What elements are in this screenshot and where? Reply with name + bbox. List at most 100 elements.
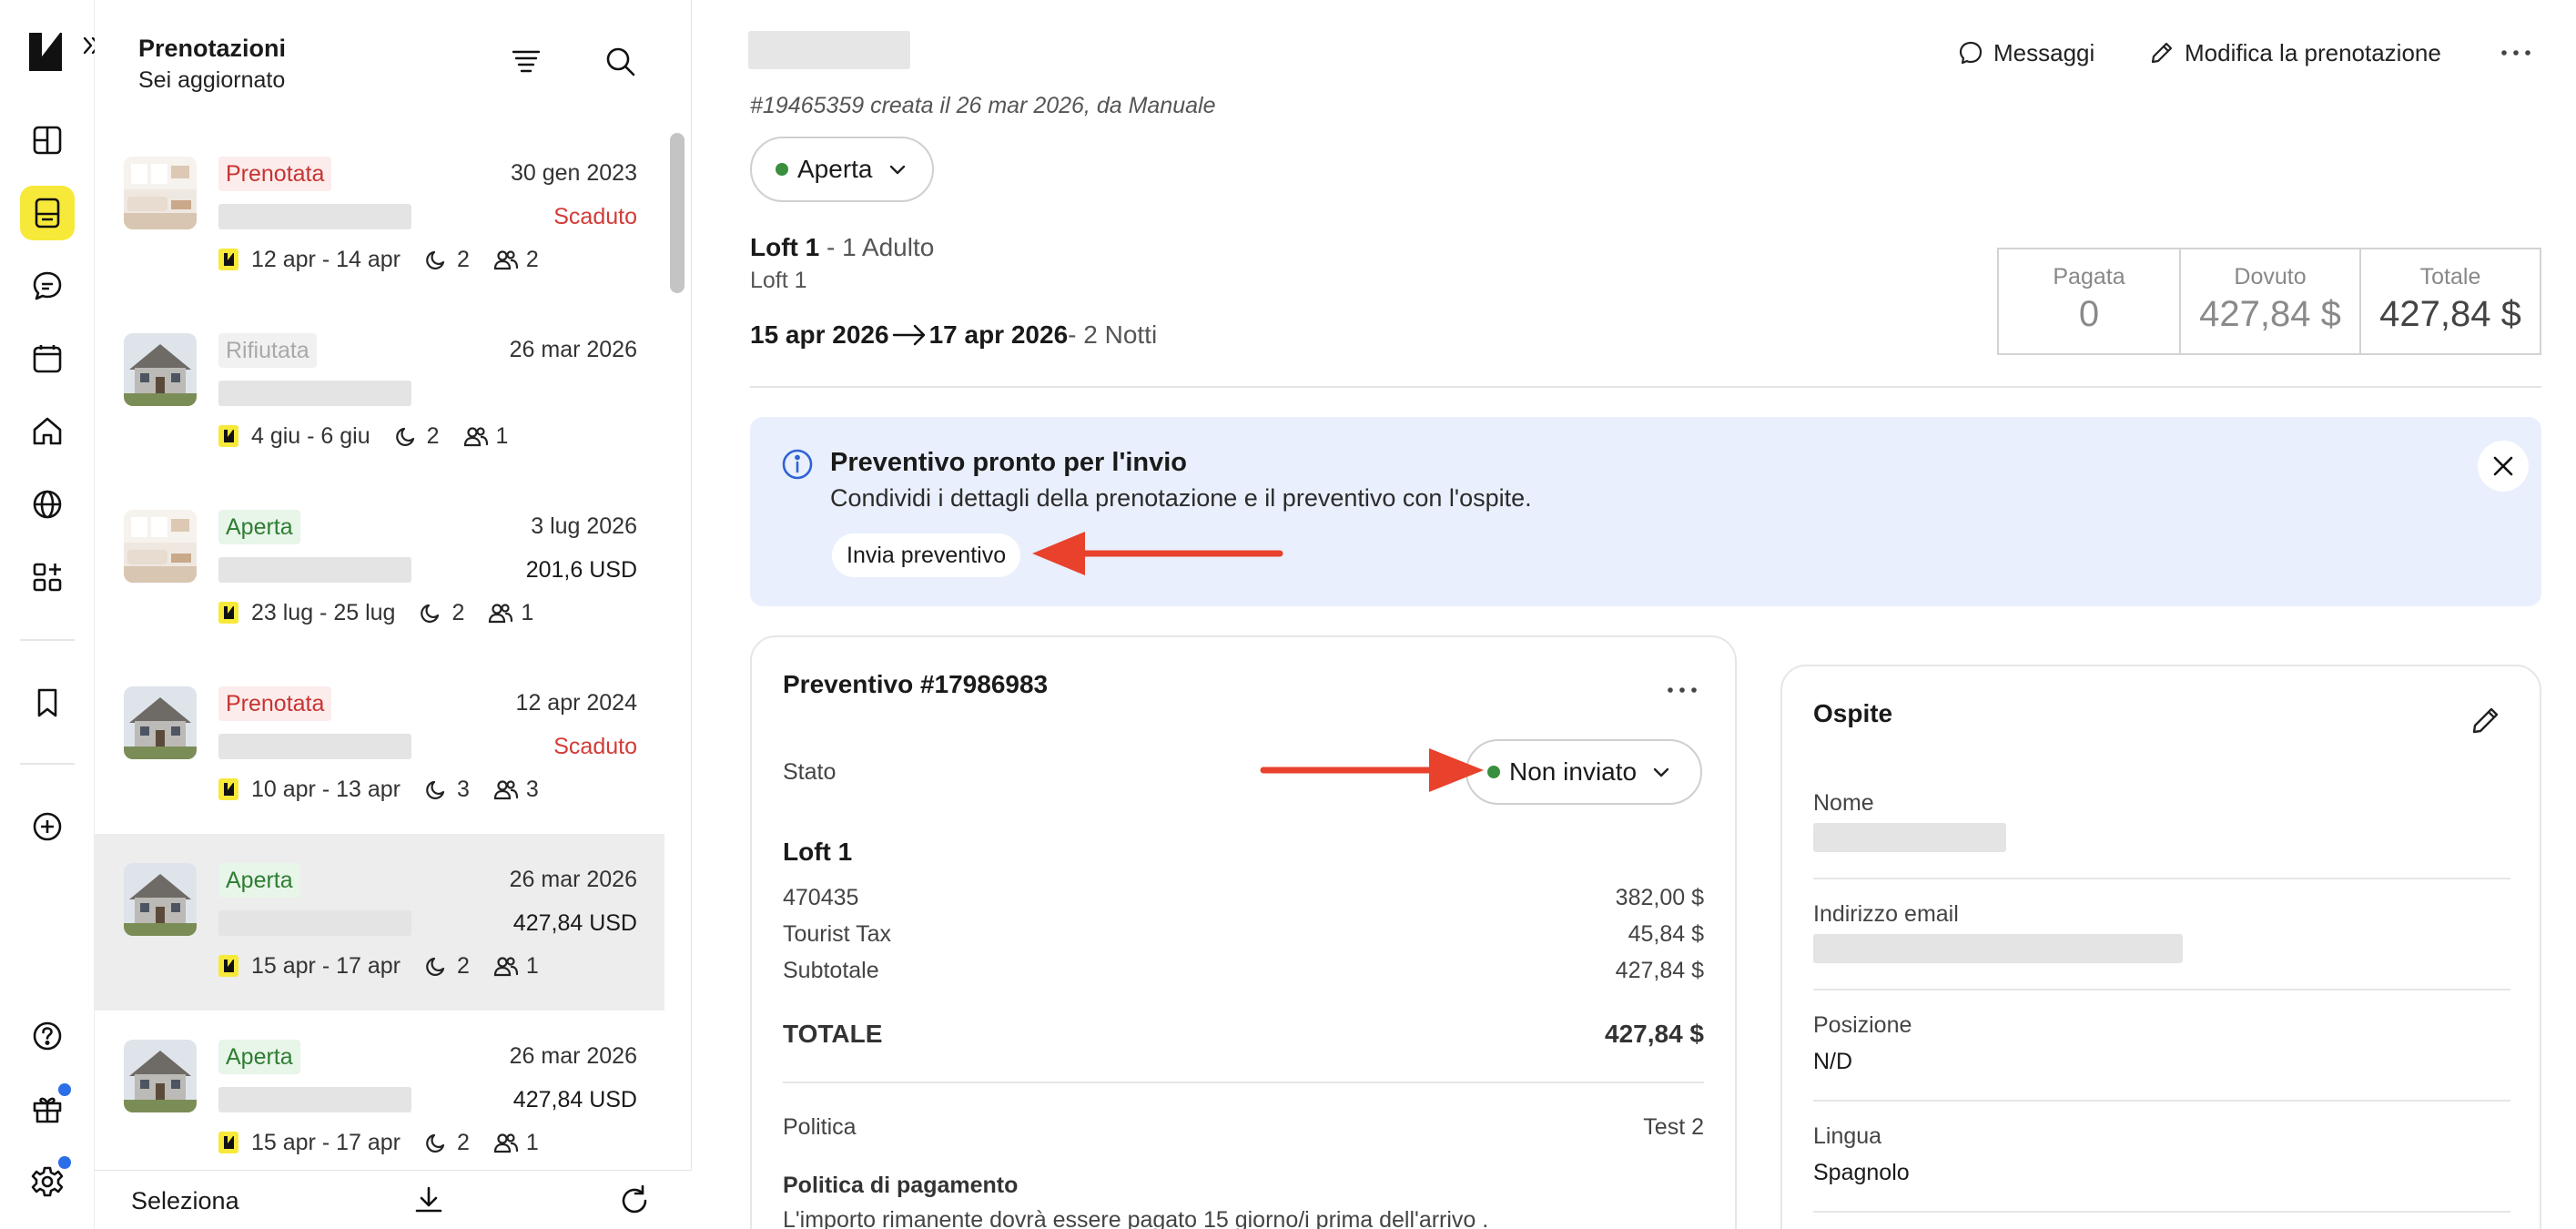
booking-list-item[interactable]: Rifiutata 26 mar 2026 4 giu - 6 giu 2 1: [95, 304, 664, 481]
paid-value: 0: [2078, 294, 2100, 334]
calendar-icon[interactable]: [20, 331, 75, 386]
more-icon[interactable]: [1662, 674, 1702, 706]
messages-button[interactable]: Messaggi: [1957, 35, 2094, 71]
paid-cell: Pagata 0: [1999, 249, 2179, 353]
messages-icon[interactable]: [20, 259, 75, 313]
payment-totals: Pagata 0 Dovuto 427,84 $ Totale 427,84 $: [1997, 248, 2541, 355]
stay-dates: 10 apr - 13 apr: [251, 776, 401, 802]
quote-title: Preventivo #17986983: [783, 670, 1049, 698]
divider: [1813, 1211, 2510, 1213]
channel-logo-icon: [218, 249, 238, 270]
more-icon[interactable]: [2500, 42, 2532, 64]
unit-occupancy: Loft 1 - 1 Adulto: [750, 233, 934, 262]
messages-label: Messaggi: [1993, 38, 2095, 66]
booking-list-item[interactable]: Aperta 3 lug 2026 201,6 USD 23 lug - 25 lug…: [95, 481, 664, 657]
guests-count: 1: [495, 422, 509, 449]
brand-logo[interactable]: [25, 29, 66, 75]
close-banner-button[interactable]: [2478, 441, 2529, 492]
annotation-arrow: [1260, 748, 1484, 792]
quote-line: Tourist Tax 45,84 $: [783, 921, 1704, 948]
edit-booking-button[interactable]: Modifica la prenotazione: [2148, 35, 2441, 71]
chevron-down-icon: [889, 165, 905, 175]
guest-name-placeholder: [218, 734, 411, 759]
guests-icon: [493, 957, 519, 977]
guest-name-placeholder: [218, 381, 411, 406]
refresh-icon[interactable]: [617, 1183, 652, 1218]
moon-icon: [426, 1133, 445, 1153]
dashboard-icon[interactable]: [20, 113, 75, 168]
notification-dot: [58, 1083, 71, 1096]
select-button[interactable]: Seleziona: [131, 1187, 239, 1215]
stay-dates: 15 apr - 17 apr: [251, 1129, 401, 1155]
property-thumbnail: [124, 157, 197, 229]
booking-list-item[interactable]: Aperta 26 mar 2026 427,84 USD 15 apr - 17 a…: [95, 1011, 664, 1170]
bookings-icon[interactable]: [20, 186, 75, 240]
guests-icon: [493, 780, 519, 800]
guests-count: 1: [525, 1129, 539, 1155]
stay-dates: 15 apr - 17 apr: [251, 952, 401, 979]
policy-value: Test 2: [1643, 1114, 1704, 1140]
property-thumbnail: [124, 510, 197, 583]
divider: [1813, 989, 2510, 990]
download-icon[interactable]: [411, 1183, 446, 1218]
guests-icon: [463, 427, 488, 447]
line-value: 382,00 $: [1615, 885, 1704, 910]
paid-label: Pagata: [2053, 264, 2125, 289]
booking-meta: 4 giu - 6 giu 2 1: [218, 422, 508, 450]
moon-icon: [395, 427, 414, 447]
line-label: 470435: [783, 885, 859, 910]
nights-count: 2: [451, 599, 465, 625]
email-placeholder: [1813, 934, 2183, 963]
bookmark-icon[interactable]: [20, 675, 75, 730]
policy-label: Politica: [783, 1114, 857, 1140]
pencil-icon[interactable]: [2469, 703, 2503, 737]
name-placeholder: [1813, 823, 2006, 852]
language-value: Spagnolo: [1813, 1160, 1910, 1185]
guest-name-placeholder: [218, 557, 411, 583]
line-value: 45,84 $: [1628, 921, 1704, 947]
filter-icon[interactable]: [508, 44, 544, 80]
status-badge: Prenotata: [218, 686, 332, 721]
globe-icon[interactable]: [20, 477, 75, 532]
quote-status-value: Non inviato: [1509, 757, 1638, 786]
booking-list-item[interactable]: Prenotata 30 gen 2023 Scaduto 12 apr - 14 a…: [95, 127, 664, 304]
line-value: 427,84 $: [1615, 958, 1704, 983]
apps-icon[interactable]: [20, 550, 75, 604]
total-cell: Totale 427,84 $: [2359, 249, 2540, 353]
total-value: 427,84 $: [1605, 1020, 1704, 1048]
booking-status-dropdown[interactable]: Aperta: [750, 137, 934, 202]
list-scrollbar[interactable]: [670, 133, 685, 293]
nav-rail: [0, 0, 101, 1229]
channel-logo-icon: [218, 602, 238, 624]
quote-status-dropdown[interactable]: Non inviato: [1465, 739, 1702, 805]
moon-icon: [426, 957, 445, 977]
guests-icon: [489, 604, 513, 624]
checkin-date: 15 apr 2026: [750, 320, 889, 349]
position-value: N/D: [1813, 1049, 1853, 1074]
rail-divider: [20, 639, 75, 641]
nights-count: 2: [457, 246, 470, 272]
quote-card: Preventivo #17986983 Stato Non inviato L…: [750, 635, 1737, 1229]
booking-meta: 15 apr - 17 apr 2 1: [218, 1129, 539, 1156]
channel-logo-icon: [218, 1132, 238, 1153]
booking-meta: 12 apr - 14 apr 2 2: [218, 246, 539, 273]
search-icon[interactable]: [603, 44, 639, 80]
notification-dot: [58, 1156, 71, 1169]
booking-date: 26 mar 2026: [509, 337, 637, 362]
payment-policy-title: Politica di pagamento: [783, 1173, 1019, 1198]
help-icon[interactable]: [20, 1009, 75, 1063]
home-icon[interactable]: [20, 404, 75, 459]
booking-list-item[interactable]: Aperta 26 mar 2026 427,84 USD 15 apr - 17 a…: [95, 834, 664, 1011]
add-circle-icon[interactable]: [20, 799, 75, 854]
booking-list-item[interactable]: Prenotata 12 apr 2024 Scaduto 10 apr - 13 a…: [95, 657, 664, 834]
stay-dates: 4 giu - 6 giu: [251, 422, 370, 449]
guest-card: Ospite Nome Indirizzo email Posizione N/…: [1780, 665, 2541, 1229]
due-cell: Dovuto 427,84 $: [2179, 249, 2359, 353]
close-icon: [2493, 456, 2513, 476]
chat-icon: [1959, 41, 1983, 65]
send-quote-button[interactable]: Invia preventivo: [832, 533, 1021, 577]
chevron-down-icon: [1653, 767, 1669, 777]
guest-name-placeholder: [748, 31, 910, 69]
status-badge: Aperta: [218, 510, 300, 544]
quote-ready-banner: Preventivo pronto per l'invio Condividi …: [750, 417, 2541, 606]
